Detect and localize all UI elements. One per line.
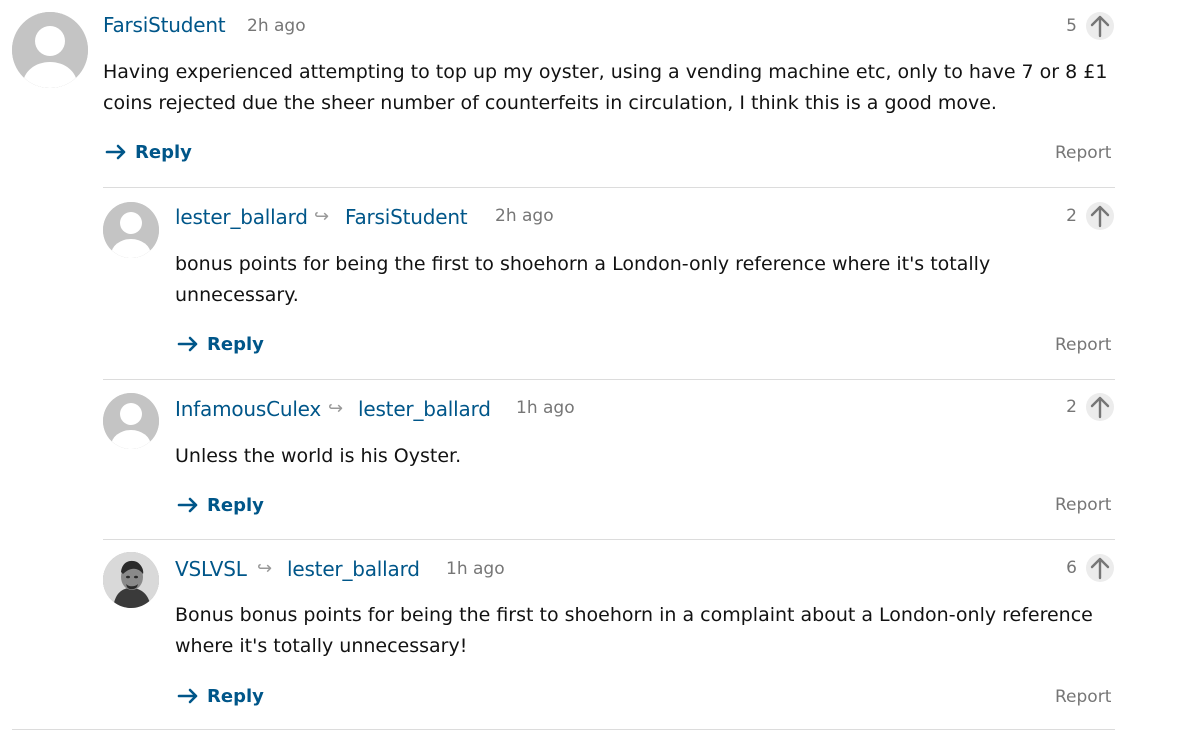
reply-arrow-icon xyxy=(177,688,198,704)
reply-to-arrow-icon: ↪ xyxy=(328,398,344,419)
divider xyxy=(103,187,1115,188)
upvote-button[interactable] xyxy=(1086,554,1114,582)
reply-arrow-icon xyxy=(105,144,126,160)
avatar[interactable] xyxy=(103,552,159,608)
avatar[interactable] xyxy=(12,12,88,88)
comment-body: Bonus bonus points for being the first t… xyxy=(175,604,1093,657)
divider xyxy=(103,379,1115,380)
reply-button[interactable]: Reply xyxy=(177,495,264,516)
report-button[interactable]: Report xyxy=(1055,495,1111,515)
upvote-button[interactable] xyxy=(1086,12,1114,40)
user-silhouette-icon xyxy=(103,393,159,449)
reply-label: Reply xyxy=(135,142,192,163)
reply-arrow-icon xyxy=(177,497,198,513)
comment-body: Unless the world is his Oyster. xyxy=(175,445,462,467)
vote-count: 5 xyxy=(1066,16,1077,36)
comment-body: Having experienced attempting to top up … xyxy=(103,61,1108,114)
author-name[interactable]: FarsiStudent xyxy=(103,13,226,37)
vote-count: 2 xyxy=(1066,397,1077,417)
reply-to-name[interactable]: FarsiStudent xyxy=(345,205,468,229)
report-button[interactable]: Report xyxy=(1055,143,1111,163)
arrow-up-icon xyxy=(1090,557,1110,580)
avatar[interactable] xyxy=(103,393,159,449)
vote-count: 6 xyxy=(1066,558,1077,578)
reply-button[interactable]: Reply xyxy=(177,686,264,707)
arrow-up-icon xyxy=(1090,396,1110,419)
reply-to-arrow-icon: ↪ xyxy=(314,206,330,227)
author-name[interactable]: lester_ballard xyxy=(175,205,308,229)
reply-button[interactable]: Reply xyxy=(177,334,264,355)
reply-to-name[interactable]: lester_ballard xyxy=(358,397,491,421)
reply-button[interactable]: Reply xyxy=(105,142,192,163)
comment-body: bonus points for being the first to shoe… xyxy=(175,253,991,306)
reply-label: Reply xyxy=(207,334,264,355)
report-button[interactable]: Report xyxy=(1055,335,1111,355)
author-name[interactable]: VSLVSL xyxy=(175,557,247,581)
reply-label: Reply xyxy=(207,495,264,516)
profile-photo-icon xyxy=(103,552,159,608)
reply-arrow-icon xyxy=(177,336,198,352)
vote-count: 2 xyxy=(1066,206,1077,226)
report-button[interactable]: Report xyxy=(1055,687,1111,707)
divider xyxy=(103,539,1115,540)
reply-to-arrow-icon: ↪ xyxy=(257,558,273,579)
reply-to-name[interactable]: lester_ballard xyxy=(287,557,420,581)
divider xyxy=(12,729,1115,730)
user-silhouette-icon xyxy=(12,12,88,88)
reply-label: Reply xyxy=(207,686,264,707)
upvote-button[interactable] xyxy=(1086,393,1114,421)
arrow-up-icon xyxy=(1090,15,1110,38)
timestamp[interactable]: 2h ago xyxy=(247,16,306,36)
user-silhouette-icon xyxy=(103,202,159,258)
upvote-button[interactable] xyxy=(1086,202,1114,230)
arrow-up-icon xyxy=(1090,205,1110,228)
timestamp[interactable]: 1h ago xyxy=(516,398,575,418)
author-name[interactable]: InfamousCulex xyxy=(175,397,321,421)
avatar[interactable] xyxy=(103,202,159,258)
timestamp[interactable]: 1h ago xyxy=(446,559,505,579)
timestamp[interactable]: 2h ago xyxy=(495,206,554,226)
